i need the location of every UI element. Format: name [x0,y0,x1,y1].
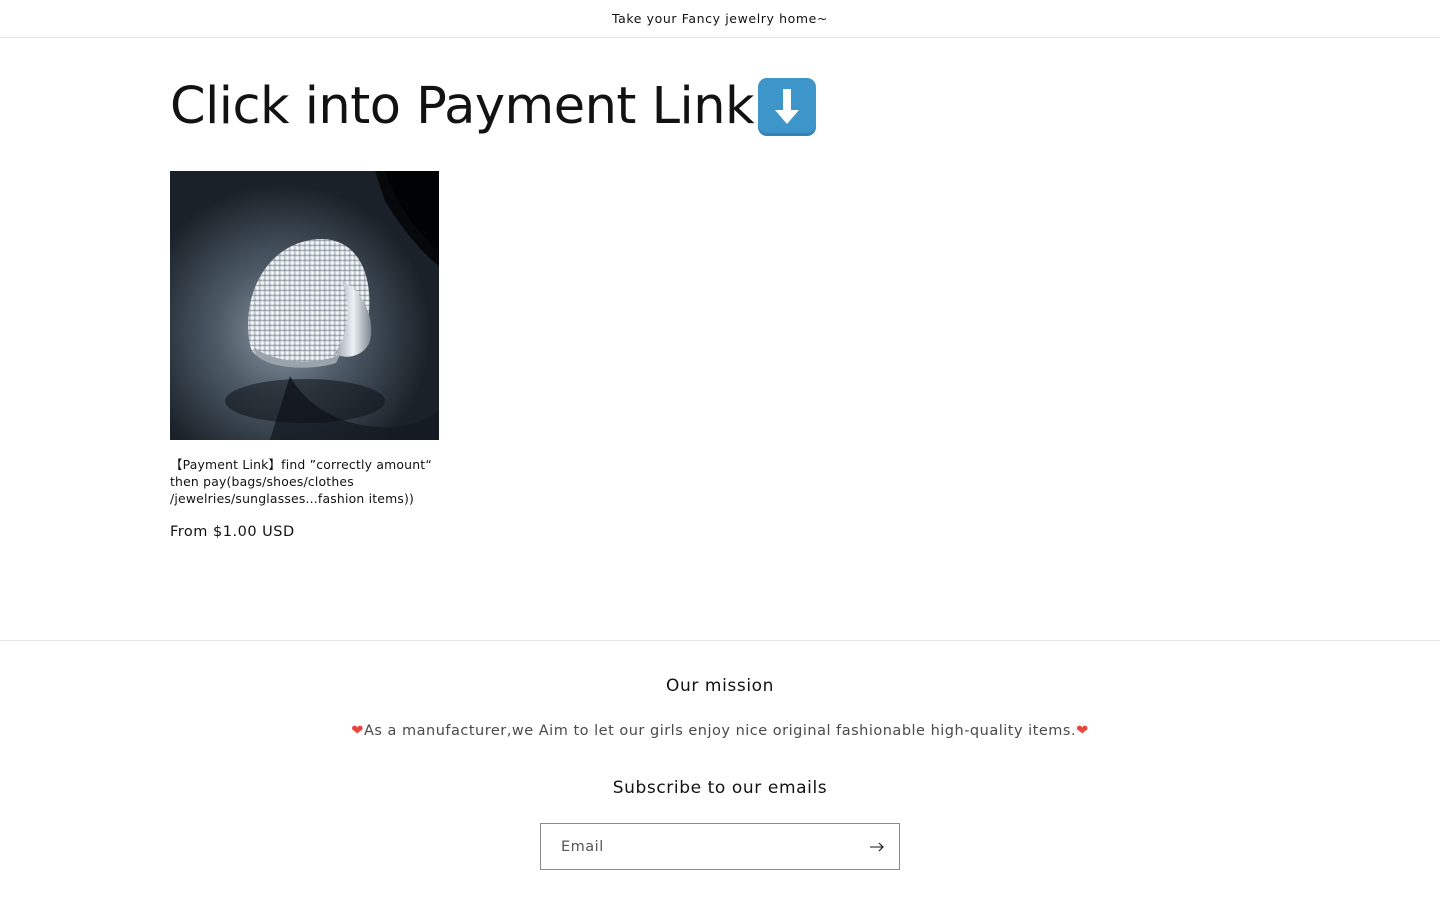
announcement-text: Take your Fancy jewelry home~ [611,11,828,26]
arrow-right-icon [869,842,884,851]
subscribe-heading: Subscribe to our emails [612,778,828,798]
mission-heading: Our mission [665,676,775,696]
heart-icon: ❤ [1076,723,1089,739]
newsletter-form [540,823,900,870]
down-arrow-emoji-icon [758,78,817,136]
product-card[interactable]: 【Payment Link】find ”correctly amount“ th… [170,171,439,540]
product-price: From $1.00 USD [170,524,295,540]
collection-title: Click into Payment Link [170,74,817,140]
product-image[interactable] [170,171,439,440]
subscribe-submit-button[interactable] [855,824,899,869]
footer-divider [0,640,1440,641]
announcement-bar: Take your Fancy jewelry home~ [0,0,1440,38]
mission-text-body: As a manufacturer,we Aim to let our girl… [363,723,1077,739]
collection-title-text: Click into Payment Link [170,77,755,136]
email-input[interactable] [541,824,855,869]
mission-text: ❤As a manufacturer,we Aim to let our gir… [0,723,1440,739]
product-title[interactable]: 【Payment Link】find ”correctly amount“ th… [170,456,432,507]
heart-icon: ❤ [351,723,364,739]
